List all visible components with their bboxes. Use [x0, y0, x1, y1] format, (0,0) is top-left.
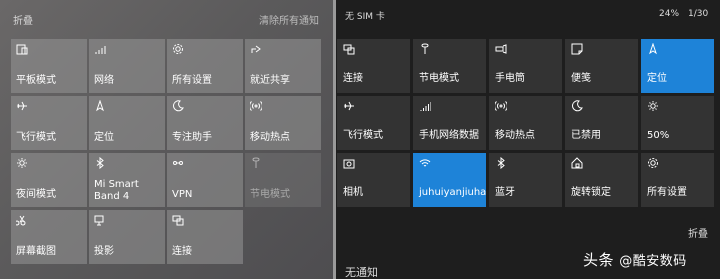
quick-action-network[interactable]: 网络: [89, 39, 165, 93]
quick-action-label: 所有设置: [647, 187, 687, 198]
quick-action-rotation-lock[interactable]: 旋转锁定: [565, 153, 638, 207]
mobile-action-center: 无 SIM 卡 24% 1/30 连接 节电模式 手电筒 便笺 定位飞行模式 手机网络数据…: [336, 0, 720, 279]
quick-action-battery-saver[interactable]: 节电模式: [245, 153, 321, 207]
quick-action-label: 飞行模式: [343, 130, 383, 141]
quick-action-label: juhuiyanjiuhang: [419, 187, 486, 198]
quick-action-label: 节电模式: [250, 189, 290, 200]
quick-action-label: 定位: [647, 73, 667, 84]
mobile-quick-actions-grid: 连接 节电模式 手电筒 便笺 定位飞行模式 手机网络数据 移动热点 已禁用 50% 相机 juhui…: [337, 39, 714, 207]
quick-action-label: 专注助手: [172, 132, 212, 143]
quick-action-settings[interactable]: 所有设置: [167, 39, 243, 93]
quick-action-label: 移动热点: [250, 132, 290, 143]
watermark: 头条 @酷安数码: [583, 249, 687, 270]
watermark-prefix: 头条: [583, 251, 615, 269]
quick-action-label: 相机: [343, 187, 363, 198]
carrier-text: 无 SIM 卡: [345, 12, 385, 22]
quick-action-label: 投影: [94, 246, 114, 257]
quick-action-label: 连接: [343, 73, 363, 84]
quick-action-label: Mi Smart Band 4: [94, 179, 139, 202]
no-notifications-text: 无通知: [345, 266, 378, 279]
quick-action-label: 节电模式: [419, 73, 459, 84]
quick-action-vpn[interactable]: VPN: [167, 153, 243, 207]
quick-action-label: 手电筒: [495, 73, 525, 84]
quick-action-label: 屏幕截图: [16, 246, 56, 257]
quick-action-nearby-share[interactable]: 就近共享: [245, 39, 321, 93]
quick-action-bluetooth[interactable]: Mi Smart Band 4: [89, 153, 165, 207]
collapse-link[interactable]: 折叠: [688, 225, 708, 240]
quick-action-bluetooth[interactable]: 蓝牙: [489, 153, 562, 207]
desktop-quick-actions-grid: 平板模式 网络 所有设置 就近共享飞行模式 定位 专注助手 移动热点夜间模式 Mi Smart…: [11, 39, 321, 264]
quick-action-location[interactable]: 定位: [641, 39, 714, 93]
quick-action-label: 连接: [172, 246, 192, 257]
quick-action-snip[interactable]: 屏幕截图: [11, 210, 87, 264]
quick-action-settings[interactable]: 所有设置: [641, 153, 714, 207]
date-text: 1/30: [688, 9, 709, 19]
quick-action-label: VPN: [172, 189, 193, 200]
quick-action-night-light[interactable]: 夜间模式: [11, 153, 87, 207]
quick-action-label: 飞行模式: [16, 132, 56, 143]
quick-action-note[interactable]: 便笺: [565, 39, 638, 93]
quick-action-connect[interactable]: 连接: [167, 210, 243, 264]
quick-action-label: 已禁用: [571, 130, 601, 141]
quick-action-cellular[interactable]: 手机网络数据: [413, 96, 486, 150]
quick-action-label: 手机网络数据: [419, 130, 479, 141]
quick-action-label: 移动热点: [495, 130, 535, 141]
quick-action-connect[interactable]: 连接: [337, 39, 410, 93]
collapse-link[interactable]: 折叠: [13, 12, 33, 27]
quick-action-label: 便笺: [571, 73, 591, 84]
quick-action-project[interactable]: 投影: [89, 210, 165, 264]
quick-action-hotspot[interactable]: 移动热点: [489, 96, 562, 150]
status-bar: 无 SIM 卡 24% 1/30: [336, 0, 720, 26]
quick-action-location[interactable]: 定位: [89, 96, 165, 150]
quick-action-battery-saver[interactable]: 节电模式: [413, 39, 486, 93]
quick-action-airplane[interactable]: 飞行模式: [337, 96, 410, 150]
desktop-header: 折叠 清除所有通知: [0, 0, 333, 34]
quick-action-label: 定位: [94, 132, 114, 143]
quick-action-label: 夜间模式: [16, 189, 56, 200]
clear-all-notifications-link[interactable]: 清除所有通知: [259, 12, 319, 27]
quick-action-label: 旋转锁定: [571, 187, 611, 198]
quick-action-quiet-hours[interactable]: 已禁用: [565, 96, 638, 150]
quick-action-airplane[interactable]: 飞行模式: [11, 96, 87, 150]
quick-action-label: 平板模式: [16, 75, 56, 86]
quick-action-label: 蓝牙: [495, 187, 515, 198]
empty-slot: [245, 210, 321, 264]
quick-action-label: 所有设置: [172, 75, 212, 86]
quick-action-flashlight[interactable]: 手电筒: [489, 39, 562, 93]
quick-action-wifi[interactable]: juhuiyanjiuhang: [413, 153, 486, 207]
desktop-action-center: 折叠 清除所有通知 平板模式 网络 所有设置 就近共享飞行模式 定位 专注助手 移动热点夜间…: [0, 0, 333, 279]
quick-action-hotspot[interactable]: 移动热点: [245, 96, 321, 150]
watermark-handle: @酷安数码: [619, 254, 687, 269]
quick-action-focus-assist[interactable]: 专注助手: [167, 96, 243, 150]
quick-action-tablet-mode[interactable]: 平板模式: [11, 39, 87, 93]
quick-action-label: 网络: [94, 75, 114, 86]
quick-action-camera[interactable]: 相机: [337, 153, 410, 207]
quick-action-label: 50%: [647, 130, 670, 141]
battery-percent: 24%: [659, 9, 680, 19]
quick-action-label: 就近共享: [250, 75, 290, 86]
quick-action-brightness[interactable]: 50%: [641, 96, 714, 150]
